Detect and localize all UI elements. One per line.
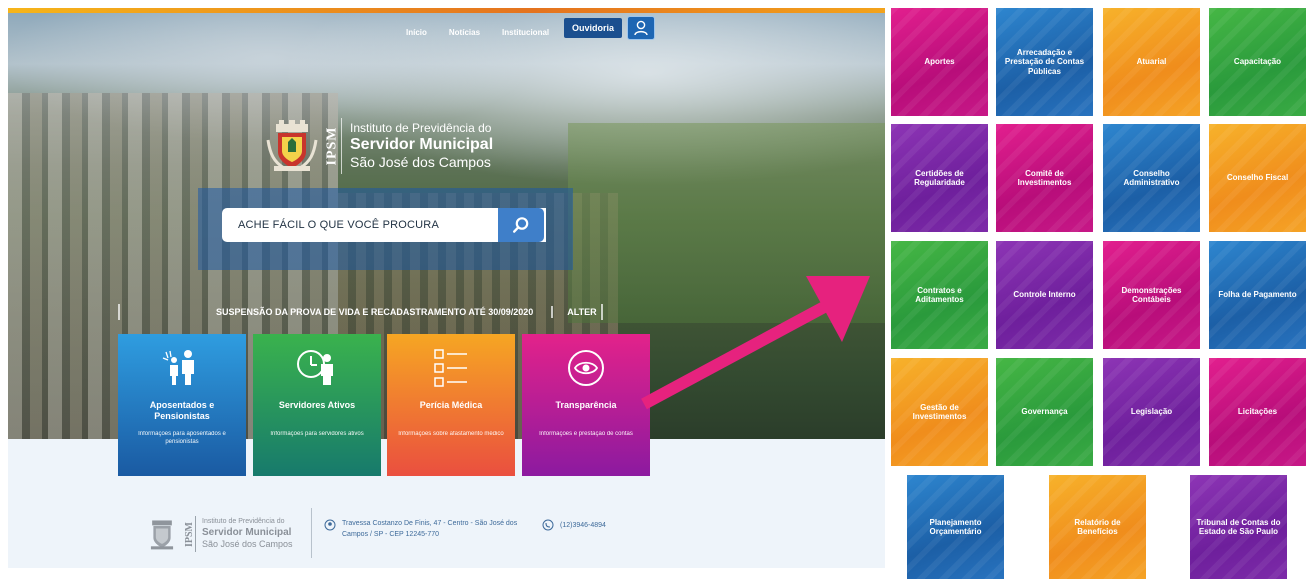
user-icon [634,20,648,36]
brand-name: Instituto de Previdência do Servidor Mun… [350,120,494,171]
card-title: Aposentados e Pensionistas [149,400,215,421]
tile-label: Controle Interno [1013,290,1076,300]
ticker-separator [551,306,554,318]
tile-label: Atuarial [1136,57,1167,67]
ticker-next-headline[interactable]: ALTER [567,307,596,317]
tile-label: Conselho Fiscal [1226,173,1289,183]
footer-ipsm-abbr: IPSM [184,516,196,552]
card-servidores-ativos[interactable]: Servidores Ativos Informações para servi… [253,334,381,476]
tile-tribunal-de-contas-do-estado-de-sao-paulo[interactable]: Tribunal de Contas do Estado de São Paul… [1190,475,1287,579]
card-aposentados[interactable]: Aposentados e Pensionistas Informações p… [118,334,246,476]
tile-label: Demonstrações Contábeis [1121,285,1182,304]
whatsapp-icon [542,519,554,531]
tile-licitacoes[interactable]: Licitações [1209,358,1306,466]
eye-icon [568,350,604,386]
tile-label: Relatório de Benefícios [1074,517,1121,536]
tile-label: Comitê de Investimentos [1017,168,1072,187]
footer-phone[interactable]: (12)3946-4894 [542,519,606,531]
tile-label: Arrecadação e Prestação de Contas Públic… [1004,48,1085,76]
retirees-icon [162,350,194,385]
tile-label: Legislação [1130,407,1173,417]
nav-institucional[interactable]: Institucional [502,28,549,37]
tile-arrecadacao-e-prestacao-de-contas-publicas[interactable]: Arrecadação e Prestação de Contas Públic… [996,8,1093,116]
brand-line-3: São José dos Campos [350,154,491,171]
search-icon [513,217,529,233]
card-description: Informações sobre afastamento médico [398,431,504,437]
user-login-button[interactable] [627,16,655,40]
location-pin-icon [324,519,336,531]
tile-gestao-de-investimentos[interactable]: Gestão de Investimentos [891,358,988,466]
brand-logo[interactable]: IPSM Instituto de Previdência do Servido… [266,116,493,176]
tile-contratos-e-aditamentos[interactable]: Contratos e Aditamentos [891,241,988,349]
active-servers-icon [297,350,333,385]
tile-folha-de-pagamento[interactable]: Folha de Pagamento [1209,241,1306,349]
tile-legislacao[interactable]: Legislação [1103,358,1200,466]
tile-label: Licitações [1237,407,1278,417]
brand-line-2: Servidor Municipal [350,135,494,153]
ipsm-vertical-abbr: IPSM [324,118,342,174]
tile-comite-de-investimentos[interactable]: Comitê de Investimentos [996,124,1093,232]
ticker-left-bar [118,304,120,320]
nav-noticias[interactable]: Notícias [449,28,480,37]
footer-brand-line-1: Instituto de Previdência do [202,518,285,526]
card-title: Transparência [555,400,617,410]
card-title: Perícia Médica [419,400,483,410]
ticker-headline[interactable]: SUSPENSÃO DA PROVA DE VIDA E RECADASTRAM… [216,307,533,317]
nav-inicio[interactable]: Início [406,28,427,37]
tile-aportes[interactable]: Aportes [891,8,988,116]
tile-planejamento-orcamentario[interactable]: Planejamento Orçamentário [907,475,1004,579]
tile-demonstracoes-contabeis[interactable]: Demonstrações Contábeis [1103,241,1200,349]
top-nav: Início Notícias Institucional [406,20,549,44]
ouvidoria-button[interactable]: Ouvidoria [564,18,622,38]
tile-label: Tribunal de Contas do Estado de São Paul… [1196,517,1281,536]
coat-of-arms-icon [266,120,318,171]
ticker-right-bar [600,304,603,320]
tile-label: Planejamento Orçamentário [929,517,982,536]
card-pericia-medica[interactable]: Perícia Médica Informações sobre afastam… [387,334,515,476]
search-placeholder: ACHE FÁCIL O QUE VOCÊ PROCURA [238,219,439,231]
tile-label: Capacitação [1233,57,1282,67]
tile-label: Contratos e Aditamentos [915,285,964,304]
address-text: Travessa Costanzo De Finis, 47 - Centro … [342,520,518,538]
screenshot-root: Início Notícias Institucional Ouvidoria [0,0,1312,583]
phone-number: (12)3946-4894 [560,521,606,529]
search-button[interactable] [498,208,544,242]
brand-line-1: Instituto de Previdência do [350,120,492,135]
card-description: Informações e prestação de contas [539,431,633,437]
news-ticker[interactable]: SUSPENSÃO DA PROVA DE VIDA E RECADASTRAM… [118,304,663,320]
footer-coat-of-arms-icon [150,520,174,550]
tile-label: Gestão de Investimentos [912,402,967,421]
tile-controle-interno[interactable]: Controle Interno [996,241,1093,349]
card-title: Servidores Ativos [278,400,356,410]
annotation-arrow-icon [641,276,870,410]
footer-address: Travessa Costanzo De Finis, 47 - Centro … [324,519,532,540]
medical-list-icon [434,349,467,387]
footer-divider [311,508,312,558]
tile-label: Certidões de Regularidade [914,168,965,187]
tile-label: Conselho Administrativo [1123,168,1180,187]
tile-capacitacao[interactable]: Capacitação [1209,8,1306,116]
footer-brand-line-3: São José dos Campos [202,538,293,549]
tile-label: Governança [1021,407,1068,417]
tile-atuarial[interactable]: Atuarial [1103,8,1200,116]
tile-conselho-administrativo[interactable]: Conselho Administrativo [1103,124,1200,232]
footer-brand-name: Instituto de Previdência do Servidor Mun… [202,518,293,549]
tile-certidoes-de-regularidade[interactable]: Certidões de Regularidade [891,124,988,232]
tile-label: Aportes [924,57,955,67]
footer-brand-line-2: Servidor Municipal [202,526,292,538]
tile-relatorio-de-beneficios[interactable]: Relatório de Benefícios [1049,475,1146,579]
card-description: Informações para aposentados e pensionis… [138,431,226,446]
tile-governanca[interactable]: Governança [996,358,1093,466]
card-description: Informações para servidores ativos [270,431,364,437]
tile-label: Folha de Pagamento [1218,290,1297,300]
tile-conselho-fiscal[interactable]: Conselho Fiscal [1209,124,1306,232]
footer-logo[interactable]: IPSM Instituto de Previdência do Servido… [146,516,293,552]
